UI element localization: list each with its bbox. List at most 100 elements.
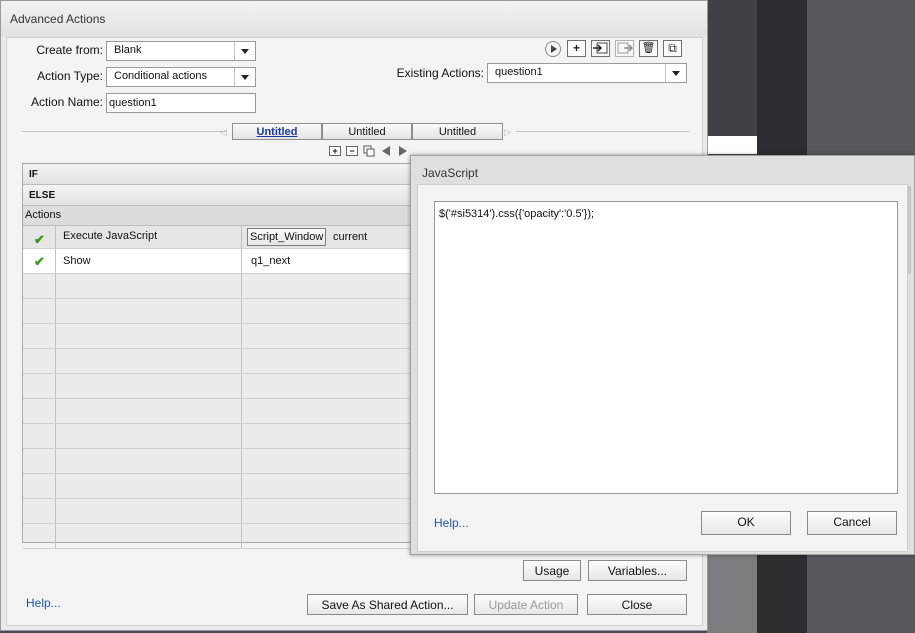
grid-cell[interactable] <box>23 324 56 348</box>
checkmark-icon[interactable]: ✔ <box>34 232 45 248</box>
grid-cell[interactable] <box>23 374 56 398</box>
actions-grid: IF ELSE Actions ✔ Execute JavaScript Scr… <box>22 163 412 549</box>
grid-cell[interactable] <box>57 349 242 373</box>
copy-icon[interactable] <box>363 145 376 157</box>
action-name-label: Action Name: <box>30 95 103 109</box>
ok-button[interactable]: OK <box>701 511 791 535</box>
grid-cell[interactable] <box>57 274 242 298</box>
grid-cell[interactable] <box>23 474 56 498</box>
grid-cell[interactable] <box>57 324 242 348</box>
existing-actions-select[interactable]: question1 <box>487 63 687 83</box>
tab-untitled-2[interactable]: Untitled <box>322 123 412 140</box>
grid-cell[interactable] <box>23 524 56 548</box>
target-cell[interactable]: q1_next <box>243 249 413 273</box>
grid-cell[interactable] <box>23 399 56 423</box>
code-editor[interactable]: $('#si5314').css({'opacity':'0.5'}); <box>434 201 898 494</box>
grid-cell[interactable] <box>243 499 413 523</box>
divider <box>22 131 227 132</box>
grid-cell[interactable] <box>243 274 413 298</box>
action-type-select[interactable]: Conditional actions <box>106 67 256 87</box>
table-row[interactable] <box>23 424 411 449</box>
grid-cell[interactable] <box>243 374 413 398</box>
variables-button[interactable]: Variables... <box>588 560 687 581</box>
grid-cell[interactable] <box>57 424 242 448</box>
script-window-button[interactable]: Script_Window <box>247 228 327 246</box>
grid-cell[interactable] <box>243 524 413 548</box>
action-cell[interactable]: Execute JavaScript <box>57 226 242 248</box>
scroll-right-icon[interactable]: ▷ <box>504 127 511 138</box>
table-row[interactable]: ✔ Execute JavaScript Script_Window curre… <box>23 226 411 249</box>
table-row[interactable] <box>23 299 411 324</box>
grid-cell[interactable] <box>243 324 413 348</box>
grid-cell[interactable] <box>57 499 242 523</box>
table-row[interactable] <box>23 274 411 299</box>
export-icon[interactable] <box>615 40 634 57</box>
move-right-icon[interactable] <box>399 146 407 156</box>
grid-cell[interactable] <box>23 424 56 448</box>
cancel-button[interactable]: Cancel <box>807 511 897 535</box>
import-icon[interactable] <box>591 40 610 57</box>
table-row[interactable] <box>23 349 411 374</box>
divider <box>516 131 689 132</box>
dialog-content: $('#si5314').css({'opacity':'0.5'}); Hel… <box>417 184 908 552</box>
duplicate-icon[interactable]: ⧉ <box>663 40 682 57</box>
grid-cell[interactable] <box>23 274 56 298</box>
create-from-select[interactable]: Blank <box>106 41 256 61</box>
tab-untitled-1[interactable]: Untitled <box>232 123 322 140</box>
usage-button[interactable]: Usage <box>523 560 581 581</box>
table-row[interactable] <box>23 524 411 549</box>
title-bar[interactable]: Advanced Actions <box>1 1 707 37</box>
table-row[interactable] <box>23 499 411 524</box>
background-panel <box>707 136 757 154</box>
grid-cell[interactable] <box>57 299 242 323</box>
dialog-title[interactable]: JavaScript <box>422 166 478 180</box>
grid-cell[interactable] <box>57 449 242 473</box>
remove-condition-icon[interactable]: − <box>346 146 358 156</box>
help-link[interactable]: Help... <box>434 516 469 530</box>
grid-cell[interactable] <box>23 299 56 323</box>
grid-cell[interactable] <box>243 299 413 323</box>
close-button[interactable]: Close <box>587 594 687 615</box>
grid-cell[interactable] <box>57 524 242 548</box>
grid-cell[interactable] <box>23 449 56 473</box>
action-cell[interactable]: Show <box>57 249 242 273</box>
add-action-icon[interactable]: + <box>567 40 586 57</box>
move-left-icon[interactable] <box>382 146 390 156</box>
table-row[interactable] <box>23 449 411 474</box>
grid-cell[interactable] <box>243 424 413 448</box>
grid-cell[interactable] <box>243 349 413 373</box>
chevron-down-icon[interactable] <box>234 68 255 86</box>
grid-cell[interactable] <box>57 474 242 498</box>
chevron-down-icon[interactable] <box>234 42 255 60</box>
background-panel <box>707 545 757 633</box>
grid-cell[interactable] <box>243 449 413 473</box>
create-from-label: Create from: <box>36 43 103 57</box>
table-row[interactable]: ✔ Show q1_next <box>23 249 411 274</box>
table-row[interactable] <box>23 374 411 399</box>
checkmark-icon[interactable]: ✔ <box>34 254 45 270</box>
grid-cell[interactable] <box>243 399 413 423</box>
add-condition-icon[interactable]: + <box>329 146 341 156</box>
scroll-left-icon[interactable]: ◁ <box>220 127 227 138</box>
grid-cell[interactable] <box>243 474 413 498</box>
tab-untitled-3[interactable]: Untitled <box>412 123 503 140</box>
target-cell[interactable]: current <box>333 231 367 243</box>
help-link[interactable]: Help... <box>26 596 61 610</box>
update-action-button[interactable]: Update Action <box>474 594 578 615</box>
scrollbar[interactable] <box>908 186 911 274</box>
grid-cell[interactable] <box>23 349 56 373</box>
action-name-input[interactable]: question1 <box>106 93 256 113</box>
trash-icon[interactable]: 🗑 <box>639 40 658 57</box>
save-shared-action-button[interactable]: Save As Shared Action... <box>307 594 468 615</box>
grid-cell[interactable] <box>57 374 242 398</box>
table-row[interactable] <box>23 474 411 499</box>
if-section-header[interactable]: IF <box>23 164 411 185</box>
chevron-down-icon[interactable] <box>665 64 686 82</box>
table-row[interactable] <box>23 399 411 424</box>
grid-cell[interactable] <box>57 399 242 423</box>
window-title: Advanced Actions <box>10 12 106 26</box>
else-section-header[interactable]: ELSE <box>23 185 411 206</box>
table-row[interactable] <box>23 324 411 349</box>
preview-icon[interactable] <box>545 41 561 57</box>
grid-cell[interactable] <box>23 499 56 523</box>
